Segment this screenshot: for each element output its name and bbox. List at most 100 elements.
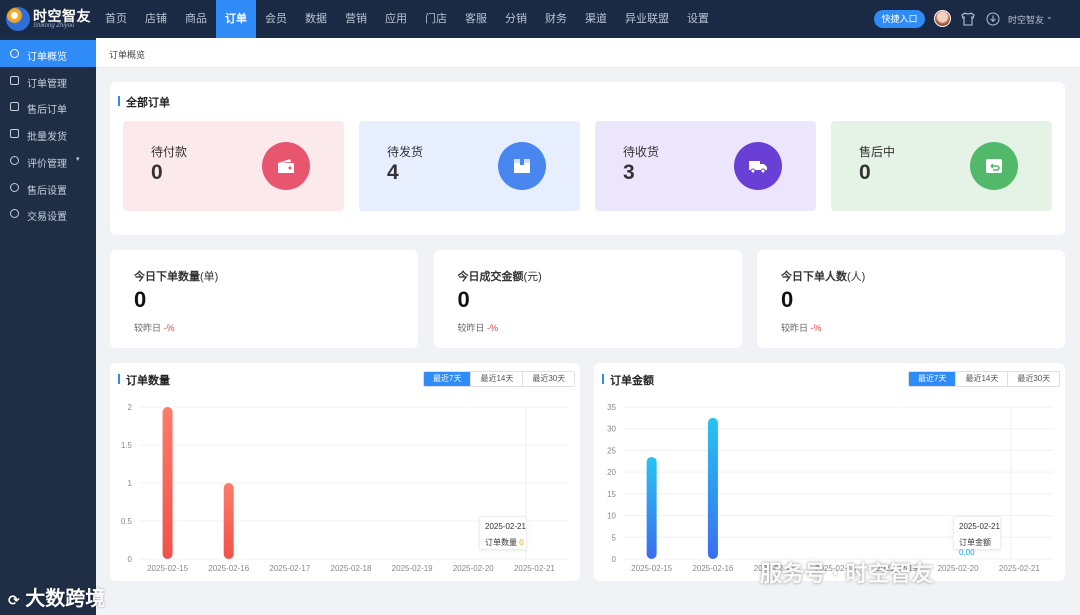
range-option[interactable]: 最近30天 xyxy=(522,372,575,386)
y-tick-label: 0.5 xyxy=(121,517,133,526)
status-label: 售后中 xyxy=(859,145,896,159)
y-tick-label: 20 xyxy=(607,468,616,477)
bar[interactable] xyxy=(707,417,718,559)
status-label: 待发货 xyxy=(387,145,424,159)
sidebar-item[interactable]: 订单管理 xyxy=(0,67,96,94)
y-tick-label: 2 xyxy=(128,403,133,412)
nav-item[interactable]: 财务 xyxy=(536,0,576,38)
nav-item[interactable]: 商品 xyxy=(176,0,216,38)
nav-item[interactable]: 门店 xyxy=(416,0,456,38)
compare-pct: -% xyxy=(810,323,822,333)
quick-entry-button[interactable]: 快捷入口 xyxy=(874,10,925,28)
nav-item[interactable]: 首页 xyxy=(96,0,136,38)
sidebar-item-label: 交易设置 xyxy=(27,212,67,224)
brand-logo[interactable]: 时空智友 Shikong Zhiyou xyxy=(6,6,94,32)
sidebar-item-label: 订单概览 xyxy=(27,52,67,63)
settings-icon xyxy=(10,209,19,219)
nav-item[interactable]: 数据 xyxy=(296,0,336,38)
clock-icon xyxy=(10,49,19,58)
x-tick-label: 2025-02-16 xyxy=(692,564,733,573)
range-option[interactable]: 最近7天 xyxy=(909,372,956,386)
document-icon xyxy=(10,75,19,85)
stat-card: 今日下单数量(单) 0 较昨日 -% xyxy=(110,250,418,348)
stat-label-text: 今日下单人数 xyxy=(781,271,847,283)
watermark-left-text: 大数跨境 xyxy=(25,588,106,610)
chart-tooltip: 2025-02-21 订单数量 0 xyxy=(479,516,527,550)
nav-item[interactable]: 应用 xyxy=(376,0,416,38)
nav-item[interactable]: 订单 xyxy=(216,0,256,38)
status-card[interactable]: 售后中 0 xyxy=(831,121,1052,211)
nav-item[interactable]: 客服 xyxy=(456,0,496,38)
bar[interactable] xyxy=(646,456,657,559)
y-tick-label: 5 xyxy=(612,533,617,542)
y-tick-label: 0 xyxy=(612,555,617,564)
range-selector: 最近7天 最近14天 最近30天 xyxy=(423,371,576,387)
sidebar-item[interactable]: 交易设置 xyxy=(0,200,96,227)
status-card[interactable]: 待收货 3 xyxy=(595,121,816,211)
stat-label-text: 今日成交金额 xyxy=(457,271,524,283)
status-card[interactable]: 待付款 0 xyxy=(123,121,344,211)
sidebar-item-label: 售后设置 xyxy=(27,185,67,197)
stat-label-text: 今日下单数量 xyxy=(134,271,200,283)
bar[interactable] xyxy=(223,483,234,559)
stat-value: 0 xyxy=(781,287,794,312)
chevron-down-icon[interactable]: ⌄ xyxy=(1046,12,1053,21)
chart-title: 订单金额 xyxy=(602,372,654,388)
tooltip-label: 订单金额 xyxy=(959,538,991,547)
x-axis: 2025-02-15 2025-02-16 2025-02-17 2025-02-18… xyxy=(147,564,555,573)
sidebar-item[interactable]: 售后设置 xyxy=(0,174,96,201)
sidebar-item[interactable]: 批量发货 xyxy=(0,120,96,147)
user-name[interactable]: 时空智友 xyxy=(1008,13,1044,26)
x-tick-label: 2025-02-15 xyxy=(147,564,188,573)
y-tick-label: 15 xyxy=(607,490,616,499)
y-tick-label: 25 xyxy=(607,446,616,455)
sidebar-item[interactable]: 评价管理 ▾ xyxy=(0,147,96,174)
watermark-logo: ⟳ xyxy=(8,592,20,608)
sidebar-item[interactable]: 售后订单 xyxy=(0,93,96,120)
stat-unit: (元) xyxy=(523,271,542,283)
status-count: 4 xyxy=(387,161,399,184)
avatar[interactable] xyxy=(934,10,951,27)
range-option[interactable]: 最近14天 xyxy=(470,372,523,386)
nav-item[interactable]: 店铺 xyxy=(136,0,176,38)
nav-item[interactable]: 营销 xyxy=(336,0,376,38)
compare-label: 较昨日 xyxy=(781,323,809,333)
nav-item[interactable]: 异业联盟 xyxy=(616,0,678,38)
shirt-icon[interactable] xyxy=(960,11,976,27)
range-option[interactable]: 最近7天 xyxy=(424,372,471,386)
sidebar-item-label: 售后订单 xyxy=(27,105,67,117)
tooltip-date: 2025-02-21 xyxy=(485,522,526,531)
stat-card: 今日下单人数(人) 0 较昨日 -% xyxy=(757,250,1065,348)
y-tick-label: 1.5 xyxy=(121,441,133,450)
x-tick-label: 2025-02-19 xyxy=(392,564,433,573)
nav-item[interactable]: 渠道 xyxy=(576,0,616,38)
stat-unit: (单) xyxy=(200,271,219,283)
nav-item[interactable]: 分销 xyxy=(496,0,536,38)
compare-label: 较昨日 xyxy=(134,323,162,333)
tooltip-row: 订单数量 0 xyxy=(485,537,524,548)
range-option[interactable]: 最近14天 xyxy=(955,372,1008,386)
nav-item[interactable]: 设置 xyxy=(678,0,718,38)
y-tick-label: 10 xyxy=(607,512,616,521)
nav-item[interactable]: 会员 xyxy=(256,0,296,38)
bar[interactable] xyxy=(162,407,173,559)
stat-label: 今日成交金额(元) xyxy=(458,268,542,284)
sidebar-item[interactable]: 订单概览 xyxy=(0,40,96,67)
stat-unit: (人) xyxy=(847,271,866,283)
stat-compare: 较昨日 -% xyxy=(781,321,822,334)
stat-value: 0 xyxy=(134,287,147,312)
x-tick-label: 2025-02-17 xyxy=(269,564,310,573)
range-option[interactable]: 最近30天 xyxy=(1007,372,1060,386)
watermark-right-text: 服务号 · 时空智友 xyxy=(760,561,934,586)
main-nav: 首页 店铺 商品 订单 会员 数据 营销 应用 门店 客服 分销 财务 渠道 异业联盟 设置 xyxy=(96,0,718,38)
status-card[interactable]: 待发货 4 xyxy=(359,121,580,211)
sidebar-item-label: 订单管理 xyxy=(27,78,67,90)
range-selector: 最近7天 最近14天 最近30天 xyxy=(908,371,1061,387)
globe-icon xyxy=(10,182,19,192)
status-label: 待收货 xyxy=(623,145,660,159)
section-title: 全部订单 xyxy=(118,94,170,110)
download-icon[interactable] xyxy=(986,12,1000,26)
chart-title: 订单数量 xyxy=(118,372,170,388)
x-tick-label: 2025-02-20 xyxy=(938,564,979,573)
comment-icon xyxy=(10,155,19,165)
